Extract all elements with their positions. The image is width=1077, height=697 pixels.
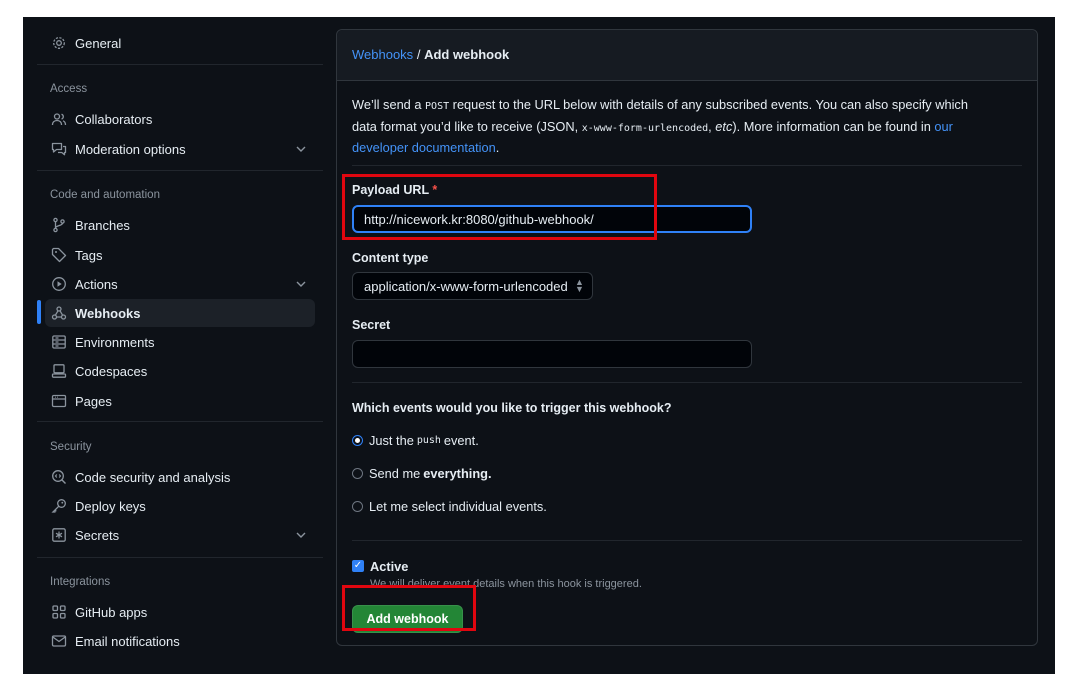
- radio-individual[interactable]: [352, 501, 363, 512]
- sidebar-item-label: Tags: [75, 247, 103, 263]
- radio-everything[interactable]: [352, 468, 363, 479]
- breadcrumb: Webhooks / Add webhook: [352, 47, 509, 62]
- section-title-security: Security: [50, 441, 92, 453]
- sidebar-item-webhooks[interactable]: Webhooks: [45, 299, 315, 327]
- select-arrows-icon: ▲ ▼: [575, 277, 584, 294]
- codespaces-icon: [51, 363, 67, 379]
- form-divider: [352, 165, 1022, 166]
- tag-icon: [51, 247, 67, 263]
- sidebar-item-environments[interactable]: Environments: [45, 328, 315, 356]
- secret-input[interactable]: [352, 340, 752, 368]
- sidebar-item-actions[interactable]: Actions: [45, 270, 315, 298]
- form-divider: [352, 540, 1022, 541]
- panel-header: Webhooks / Add webhook: [337, 30, 1037, 81]
- content-type-label: Content type: [352, 251, 429, 265]
- mail-icon: [51, 633, 67, 649]
- asterisk-box-icon: [51, 527, 67, 543]
- chevron-down-icon: [293, 527, 309, 543]
- push-code: push: [416, 435, 441, 446]
- annotation-highlight-payload-url: [342, 174, 657, 240]
- sidebar-item-codespaces[interactable]: Codespaces: [45, 357, 315, 385]
- sidebar-item-label: General: [75, 35, 122, 51]
- form-divider: [352, 382, 1022, 383]
- codescan-icon: [51, 469, 67, 485]
- sidebar-item-moderation[interactable]: Moderation options: [45, 135, 315, 163]
- gear-icon: [51, 35, 67, 51]
- add-webhook-panel: Webhooks / Add webhook We’ll send a POST…: [336, 29, 1038, 646]
- sidebar-item-github-apps[interactable]: GitHub apps: [45, 598, 315, 626]
- section-title-access: Access: [50, 83, 88, 95]
- sidebar-divider: [37, 557, 323, 558]
- section-title-integrations: Integrations: [50, 576, 111, 588]
- event-option-individual[interactable]: Let me select individual events.: [352, 499, 547, 514]
- sidebar-divider: [37, 64, 323, 65]
- sidebar-divider: [37, 170, 323, 171]
- sidebar-item-label: Code security and analysis: [75, 469, 231, 485]
- content-type-select[interactable]: application/x-www-form-urlencoded ▲ ▼: [352, 272, 593, 300]
- sidebar-item-label: Secrets: [75, 527, 120, 543]
- sidebar-item-email-notifications[interactable]: Email notifications: [45, 627, 315, 655]
- intro-text: We’ll send a POST request to the URL bel…: [352, 97, 968, 155]
- sidebar-item-label: Environments: [75, 334, 155, 350]
- sidebar-item-label: Collaborators: [75, 111, 153, 127]
- sidebar-item-pages[interactable]: Pages: [45, 387, 315, 415]
- sidebar-item-label: Email notifications: [75, 633, 180, 649]
- active-label: Active: [370, 559, 409, 574]
- sidebar-item-code-security[interactable]: Code security and analysis: [45, 463, 315, 491]
- sidebar-item-label: Codespaces: [75, 363, 148, 379]
- play-circle-icon: [51, 276, 67, 292]
- people-icon: [51, 111, 67, 127]
- annotation-highlight-add-button: [342, 585, 476, 631]
- sidebar-item-tags[interactable]: Tags: [45, 241, 315, 269]
- sidebar-item-label: Moderation options: [75, 141, 186, 157]
- sidebar-item-branches[interactable]: Branches: [45, 211, 315, 239]
- sidebar-item-label: Deploy keys: [75, 498, 146, 514]
- webhook-icon: [51, 305, 67, 321]
- radio-push[interactable]: [352, 435, 363, 446]
- content-type-value: application/x-www-form-urlencoded: [364, 278, 568, 294]
- git-branch-icon: [51, 217, 67, 233]
- sidebar-item-label: GitHub apps: [75, 604, 148, 620]
- format-code: x-www-form-urlencoded: [581, 122, 709, 134]
- settings-page: General Access Collaborators Moderation …: [23, 17, 1055, 674]
- active-checkbox[interactable]: ✓: [352, 560, 364, 572]
- breadcrumb-webhooks-link[interactable]: Webhooks: [352, 47, 413, 62]
- apps-icon: [51, 604, 67, 620]
- events-question: Which events would you like to trigger t…: [352, 401, 672, 415]
- section-title-code-automation: Code and automation: [50, 189, 160, 201]
- server-icon: [51, 334, 67, 350]
- post-code: POST: [425, 101, 450, 112]
- sidebar-item-label: Actions: [75, 276, 118, 292]
- sidebar-item-deploy-keys[interactable]: Deploy keys: [45, 492, 315, 520]
- secret-label: Secret: [352, 318, 391, 332]
- sidebar-item-label: Pages: [75, 393, 112, 409]
- sidebar-item-secrets[interactable]: Secrets: [45, 521, 315, 549]
- key-icon: [51, 498, 67, 514]
- breadcrumb-separator: /: [416, 47, 421, 62]
- chevron-down-icon: [293, 141, 309, 157]
- sidebar-item-label: Webhooks: [75, 305, 141, 321]
- sidebar-item-general[interactable]: General: [45, 29, 315, 57]
- event-option-everything[interactable]: Send me everything.: [352, 466, 492, 481]
- comment-discussion-icon: [51, 141, 67, 157]
- page-title: Add webhook: [424, 47, 510, 62]
- sidebar-item-label: Branches: [75, 217, 130, 233]
- selected-indicator: [37, 300, 41, 324]
- chevron-down-icon: [293, 276, 309, 292]
- browser-icon: [51, 393, 67, 409]
- event-option-push[interactable]: Just the push event.: [352, 433, 479, 448]
- sidebar-divider: [37, 421, 323, 422]
- sidebar-item-collaborators[interactable]: Collaborators: [45, 105, 315, 133]
